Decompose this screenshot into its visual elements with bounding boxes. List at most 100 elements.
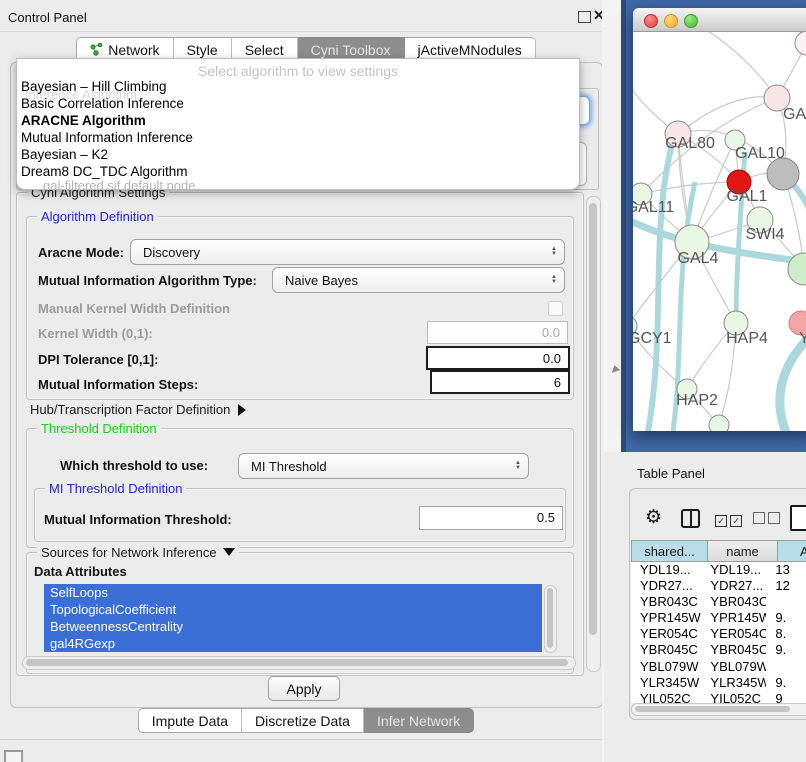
- aracne-mode-label: Aracne Mode:: [38, 245, 124, 260]
- data-attributes-label: Data Attributes: [34, 564, 127, 579]
- apply-button[interactable]: Apply: [268, 676, 340, 701]
- label-hap2: HAP2: [676, 392, 718, 409]
- float-window-icon[interactable]: [578, 11, 591, 23]
- table-hscroll-thumb[interactable]: [635, 706, 790, 712]
- sources-title[interactable]: Sources for Network Inference: [37, 545, 239, 560]
- combo-stepper-icon: ▲▼: [544, 275, 564, 285]
- algorithm-definition-title: Algorithm Definition: [37, 209, 158, 224]
- close-traffic-light-icon[interactable]: [644, 14, 658, 28]
- table-row[interactable]: YBR043C YBR043C: [631, 594, 806, 610]
- table-body: YDL19... YDL19... 13 YDR27... YDR27... 1…: [631, 562, 806, 703]
- table-header: shared... name A: [631, 540, 806, 562]
- select-columns-off-icon[interactable]: [753, 512, 783, 527]
- label-swi4: SWI4: [745, 226, 784, 243]
- algorithm-list-item[interactable]: ARACNE Algorithm: [21, 112, 575, 129]
- combo-stepper-icon: ▲▼: [544, 247, 564, 257]
- label-hap4: HAP4: [726, 330, 768, 347]
- columns-icon[interactable]: [681, 509, 700, 528]
- ghost-network-name-text: gal-filtered sif default node: [43, 178, 195, 190]
- table-row[interactable]: YPR145W YPR145W 9.: [631, 610, 806, 626]
- node-partial-top[interactable]: [795, 32, 806, 55]
- table-row[interactable]: YBR045C YBR045C 9.: [631, 642, 806, 658]
- settings-vscroll-thumb[interactable]: [589, 203, 597, 635]
- table-horizontal-scrollbar[interactable]: [631, 703, 806, 716]
- hub-definition-expander[interactable]: Hub/Transcription Factor Definition: [30, 402, 246, 417]
- which-threshold-combobox[interactable]: MI Threshold ▲▼: [238, 453, 529, 479]
- cyni-bottom-tabbar: Impute Data Discretize Data Infer Networ…: [0, 708, 612, 733]
- zoom-traffic-light-icon[interactable]: [684, 14, 698, 28]
- tab-infer-network[interactable]: Infer Network: [364, 708, 474, 733]
- label-y-partial: Y: [799, 330, 806, 347]
- mi-steps-input[interactable]: 6: [430, 370, 570, 394]
- data-attribute-item[interactable]: gal4RGexp: [44, 635, 542, 652]
- table-row[interactable]: YBL079W YBL079W: [631, 659, 806, 675]
- data-attributes-list: SelfLoopsTopologicalCoefficientBetweenne…: [44, 584, 542, 652]
- column-header-partial[interactable]: A: [778, 540, 806, 562]
- label-gal11: GAL11: [633, 199, 674, 216]
- collapse-down-icon: [223, 548, 235, 556]
- dpi-tolerance-input[interactable]: 0.0: [426, 346, 570, 370]
- label-gal10: GAL10: [735, 145, 785, 162]
- label-gal-partial: GAL: [783, 106, 806, 123]
- table-row[interactable]: YER054C YER054C 8.: [631, 626, 806, 642]
- algorithm-list-item[interactable]: Bayesian – K2: [21, 146, 575, 163]
- new-table-icon[interactable]: [790, 505, 806, 531]
- minimized-panel-icon[interactable]: [4, 750, 23, 762]
- aracne-mode-combobox[interactable]: Discovery ▲▼: [130, 239, 565, 265]
- kernel-width-label: Kernel Width (0,1):: [38, 326, 153, 341]
- data-attribute-item[interactable]: TopologicalCoefficient: [44, 601, 542, 618]
- table-row[interactable]: YDR27... YDR27... 12: [631, 578, 806, 594]
- ghost-inference-algorithm-text: Inference Algorithm: [25, 87, 137, 102]
- table-row[interactable]: YIL052C YIL052C 9: [631, 691, 806, 703]
- algorithm-dropdown-popup: Select algorithm to view settings Bayesi…: [16, 58, 580, 190]
- attributes-scroll-thumb[interactable]: [547, 588, 553, 648]
- screen: Control Panel ✕ Network Style Select Cyn…: [0, 0, 806, 762]
- label-gal80: GAL80: [665, 135, 715, 152]
- node-bottom-partial[interactable]: [709, 415, 729, 431]
- dpi-tolerance-label: DPI Tolerance [0,1]:: [38, 352, 158, 367]
- mi-threshold-definition-title: MI Threshold Definition: [45, 481, 186, 496]
- algorithm-list-item[interactable]: Mutual Information Inference: [21, 129, 575, 146]
- table-panel-title: Table Panel: [637, 466, 705, 481]
- network-icon: [90, 43, 103, 57]
- network-graph: GAL80 GAL10 GAL GAL11 GAL1 GAL4 SWI4 GCY…: [633, 32, 806, 431]
- column-header-shared-name[interactable]: shared...: [631, 540, 708, 562]
- settings-vertical-scrollbar[interactable]: [586, 196, 601, 672]
- mi-algorithm-type-combobox[interactable]: Naive Bayes ▲▼: [272, 267, 565, 293]
- select-columns-on-icon[interactable]: ✓✓: [715, 512, 745, 527]
- threshold-definition-title: Threshold Definition: [37, 421, 161, 436]
- network-window-titlebar[interactable]: [633, 8, 806, 32]
- minimize-traffic-light-icon[interactable]: [664, 14, 678, 28]
- gear-icon[interactable]: ⚙: [645, 506, 662, 529]
- which-threshold-label: Which threshold to use:: [60, 458, 208, 473]
- combo-stepper-icon: ▲▼: [508, 461, 528, 471]
- label-gal1: GAL1: [727, 188, 768, 205]
- mi-steps-label: Mutual Information Steps:: [38, 377, 198, 392]
- tab-impute-data[interactable]: Impute Data: [138, 708, 242, 733]
- column-header-name[interactable]: name: [708, 540, 778, 562]
- expand-right-icon: [238, 404, 246, 416]
- manual-kernel-width-label: Manual Kernel Width Definition: [38, 301, 230, 316]
- table-row[interactable]: YLR345W YLR345W 9.: [631, 675, 806, 691]
- popup-placeholder: Select algorithm to view settings: [17, 63, 579, 79]
- kernel-width-input[interactable]: 0.0: [427, 321, 568, 344]
- tab-discretize-data[interactable]: Discretize Data: [242, 708, 364, 733]
- settings-horizontal-scrollbar[interactable]: [22, 656, 576, 670]
- mi-threshold-label: Mutual Information Threshold:: [44, 512, 232, 527]
- label-gal4: GAL4: [678, 250, 719, 267]
- data-attribute-item[interactable]: BetweennessCentrality: [44, 618, 542, 635]
- node-gal10[interactable]: [767, 158, 799, 190]
- mi-threshold-input[interactable]: 0.5: [419, 506, 563, 530]
- attributes-scrollbar[interactable]: [544, 585, 557, 653]
- control-panel-title: Control Panel: [8, 10, 87, 25]
- control-panel-titlebar: Control Panel ✕: [0, 0, 612, 32]
- network-view-window: GAL80 GAL10 GAL GAL11 GAL1 GAL4 SWI4 GCY…: [633, 8, 806, 431]
- network-canvas[interactable]: GAL80 GAL10 GAL GAL11 GAL1 GAL4 SWI4 GCY…: [633, 32, 806, 431]
- bottom-divider: [0, 739, 612, 740]
- mi-algorithm-type-label: Mutual Information Algorithm Type:: [38, 273, 257, 288]
- table-row[interactable]: YDL19... YDL19... 13: [631, 562, 806, 578]
- settings-hscroll-thumb[interactable]: [26, 659, 568, 666]
- manual-kernel-width-checkbox[interactable]: [548, 301, 563, 316]
- data-attribute-item[interactable]: SelfLoops: [44, 584, 542, 601]
- label-gcy1: GCY1: [633, 330, 672, 347]
